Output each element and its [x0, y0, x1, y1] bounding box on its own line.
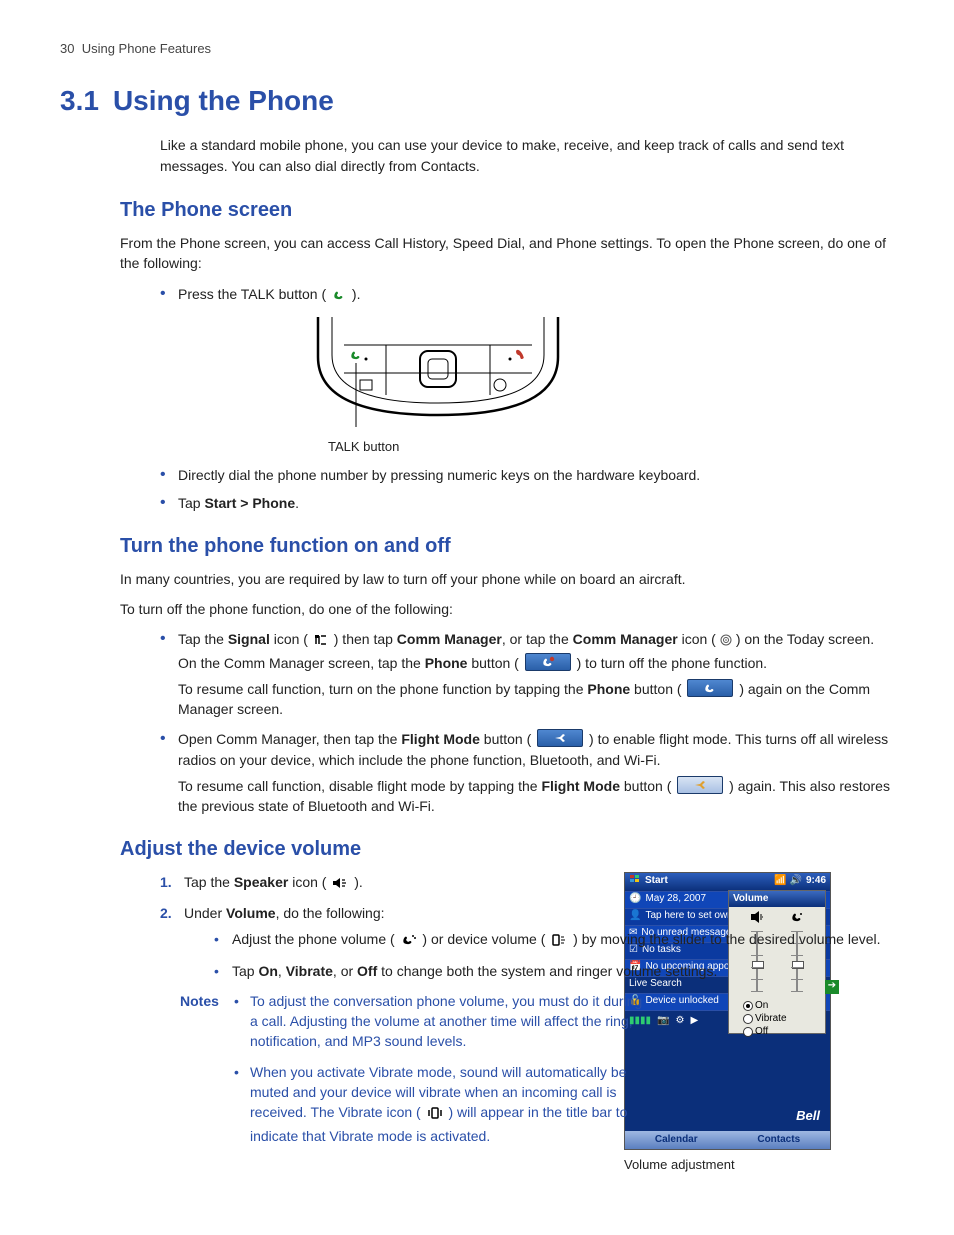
phone-volume-inline-icon [401, 932, 417, 952]
bullet-dial-numeric: Directly dial the phone number by pressi… [160, 465, 894, 485]
subheading-turn-onoff: Turn the phone function on and off [120, 532, 894, 561]
comm-manager-icon [718, 632, 734, 652]
radio-off: Off [743, 1025, 823, 1038]
signal-icon [314, 632, 328, 652]
section-title: 3.1 Using the Phone [60, 81, 894, 122]
note-vibrate-mode: When you activate Vibrate mode, sound wi… [234, 1062, 644, 1146]
header-section: Using Phone Features [82, 41, 211, 56]
device-volume-inline-icon [551, 932, 567, 952]
sub-tap-on-vibrate-off: Tap On, Vibrate, or Off to change both t… [214, 961, 894, 981]
phone-screen-lead: From the Phone screen, you can access Ca… [120, 233, 894, 274]
carrier-logo: Bell [625, 1103, 830, 1131]
phone-on-button-icon [525, 653, 571, 671]
notes-label: Notes [180, 991, 234, 1156]
subheading-volume: Adjust the device volume [120, 835, 894, 864]
turn-onoff-p1: In many countries, you are required by l… [120, 569, 894, 589]
section-number: 3.1 [60, 85, 99, 116]
resume-flight-paragraph: To resume call function, disable flight … [178, 776, 894, 817]
note-conversation-volume: To adjust the conversation phone volume,… [234, 991, 644, 1052]
bullet-press-talk: Press the TALK button ( ). [160, 284, 894, 457]
bullet-flight-mode: Open Comm Manager, then tap the Flight M… [160, 729, 894, 816]
volume-caption: Volume adjustment [624, 1156, 834, 1175]
intro-paragraph: Like a standard mobile phone, you can us… [160, 135, 894, 176]
softkey-right: Contacts [728, 1131, 831, 1149]
step-under-volume: Under Volume, do the following: Adjust t… [160, 903, 894, 981]
vibrate-icon [427, 1105, 443, 1125]
turn-onoff-p2: To turn off the phone function, do one o… [120, 599, 894, 619]
radio-on: On [743, 999, 823, 1012]
hardware-diagram [308, 317, 568, 432]
talk-handset-icon [332, 287, 346, 307]
resume-phone-paragraph: To resume call function, turn on the pho… [178, 679, 894, 720]
subheading-phone-screen: The Phone screen [120, 196, 894, 225]
section-text: Using the Phone [113, 85, 334, 116]
arrow-badge-icon: ➔ [825, 980, 839, 994]
phone-off-button-icon [687, 679, 733, 697]
page-number: 30 [60, 41, 74, 56]
flight-mode-on-button-icon [537, 729, 583, 747]
bullet-signal-comm-manager: Tap the Signal icon ( ) then tap Comm Ma… [160, 629, 894, 719]
unlocked-row: Device unlocked [645, 994, 718, 1009]
sub-adjust-slider: Adjust the phone volume ( ) or device vo… [214, 929, 894, 952]
speaker-icon [332, 875, 348, 895]
radio-vibrate: Vibrate [743, 1012, 823, 1025]
bullet-tap-start-phone: Tap Start > Phone. [160, 493, 894, 513]
talk-button-caption: TALK button [328, 438, 894, 457]
step-tap-speaker: Tap the Speaker icon ( ). [160, 872, 894, 895]
page-header: 30 Using Phone Features [60, 40, 894, 59]
flight-mode-off-button-icon [677, 776, 723, 794]
